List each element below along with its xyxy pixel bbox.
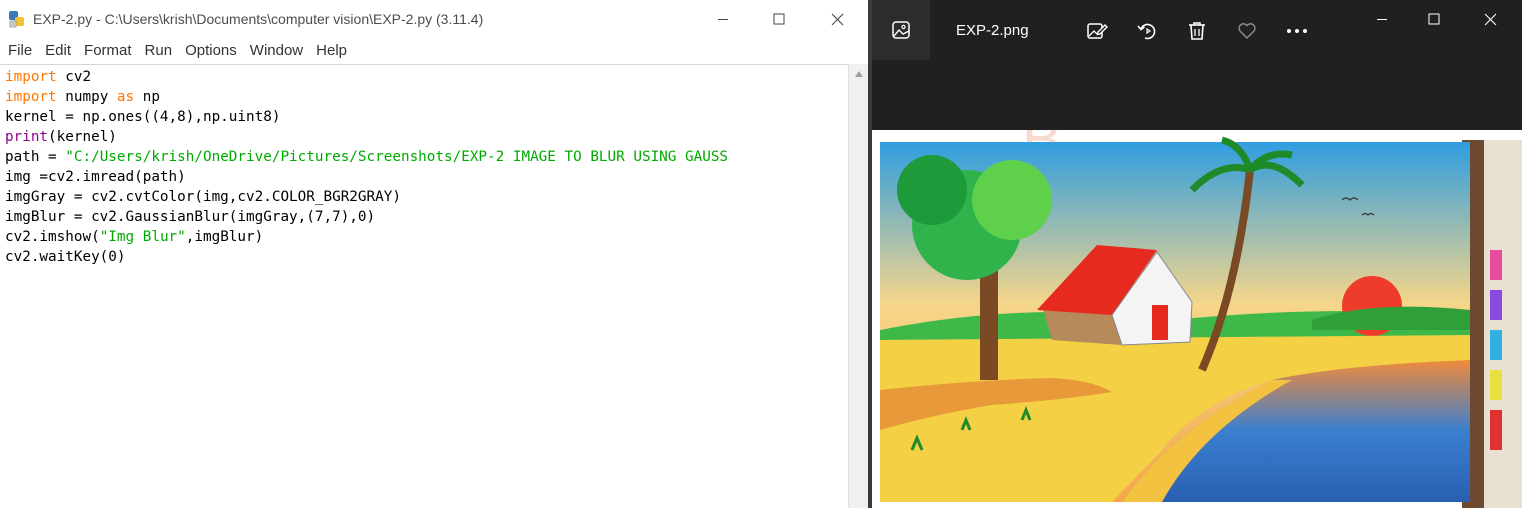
- photos-maximize-button[interactable]: [1414, 4, 1454, 34]
- photos-close-button[interactable]: [1470, 4, 1510, 34]
- close-button[interactable]: [814, 4, 860, 34]
- image-icon: [892, 21, 910, 39]
- delete-button[interactable]: [1184, 18, 1210, 44]
- menu-help[interactable]: Help: [310, 40, 353, 62]
- photos-toolbar: EXP-2.png: [872, 0, 1522, 62]
- code-token: (kernel): [48, 129, 117, 145]
- code-line[interactable]: imgGray = cv2.cvtColor(img,cv2.COLOR_BGR…: [5, 187, 728, 207]
- code-token: import: [5, 69, 57, 85]
- close-icon: [831, 13, 843, 25]
- code-token: "C:/Users/krish/OneDrive/Pictures/Screen…: [65, 149, 729, 165]
- idle-title-bar[interactable]: EXP-2.py - C:\Users\krish\Documents\comp…: [0, 0, 868, 38]
- edit-image-icon: [1087, 23, 1108, 39]
- heart-icon: [1238, 23, 1256, 39]
- code-token: imgGray = cv2.cvtColor(img,cv2.COLOR_BGR…: [5, 189, 401, 205]
- vertical-scrollbar[interactable]: [848, 64, 868, 508]
- favorite-button[interactable]: [1234, 18, 1260, 44]
- maximize-button[interactable]: [756, 4, 802, 34]
- caret-up-icon: [855, 71, 863, 77]
- code-token: path =: [5, 149, 66, 165]
- edit-image-button[interactable]: [1084, 18, 1110, 44]
- idle-editor-window: EXP-2.py - C:\Users\krish\Documents\comp…: [0, 0, 868, 508]
- minimize-button[interactable]: [700, 4, 746, 34]
- code-editor[interactable]: import cv2 import numpy as np kernel = np.…: [0, 64, 848, 508]
- code-line[interactable]: import numpy as np: [5, 87, 728, 107]
- rotate-button[interactable]: [1134, 18, 1160, 44]
- minimize-icon: [718, 19, 728, 20]
- rotate-icon: [1137, 23, 1156, 40]
- menu-bar: File Edit Format Run Options Window Help: [0, 40, 868, 62]
- code-text[interactable]: import cv2 import numpy as np kernel = np.…: [5, 67, 728, 267]
- code-token: cv2.imshow(: [5, 229, 100, 245]
- code-line[interactable]: import cv2: [5, 67, 728, 87]
- photos-minimize-button[interactable]: [1362, 4, 1402, 34]
- code-token: import: [5, 89, 57, 105]
- close-icon: [1484, 13, 1496, 25]
- menu-edit[interactable]: Edit: [39, 40, 77, 62]
- maximize-icon: [1428, 13, 1440, 25]
- code-line[interactable]: print(kernel): [5, 127, 728, 147]
- menu-options[interactable]: Options: [179, 40, 243, 62]
- code-token: cv2.waitKey(0): [5, 249, 126, 265]
- gallery-button[interactable]: [872, 0, 930, 60]
- image-viewer-area[interactable]: B: [872, 62, 1522, 508]
- more-icon: [1287, 29, 1307, 33]
- trash-icon: [1189, 22, 1205, 40]
- code-token: cv2: [56, 69, 92, 85]
- code-token: img =cv2.imread(path): [5, 169, 186, 185]
- window-title: EXP-2.py - C:\Users\krish\Documents\comp…: [33, 11, 484, 27]
- menu-format[interactable]: Format: [78, 40, 138, 62]
- code-token: numpy: [56, 89, 117, 105]
- code-line[interactable]: imgBlur = cv2.GaussianBlur(imgGray,(7,7)…: [5, 207, 728, 227]
- code-token: kernel = np.ones((4,8),np.uint8): [5, 109, 281, 125]
- landscape-drawing-image: B: [880, 130, 1522, 508]
- python-icon: [8, 10, 26, 28]
- code-token: imgBlur = cv2.GaussianBlur(imgGray,(7,7)…: [5, 209, 376, 225]
- photos-viewer-window: EXP-2.png: [872, 0, 1522, 508]
- code-token: np: [134, 89, 160, 105]
- menu-run[interactable]: Run: [139, 40, 179, 62]
- code-line[interactable]: path = "C:/Users/krish/OneDrive/Pictures…: [5, 147, 728, 167]
- code-line[interactable]: cv2.imshow("Img Blur",imgBlur): [5, 227, 728, 247]
- code-token: print: [5, 129, 49, 145]
- code-line[interactable]: cv2.waitKey(0): [5, 247, 728, 267]
- file-name: EXP-2.png: [956, 22, 1029, 39]
- code-line[interactable]: kernel = np.ones((4,8),np.uint8): [5, 107, 728, 127]
- code-token: "Img Blur": [99, 229, 186, 245]
- maximize-icon: [773, 13, 785, 25]
- code-token: as: [116, 89, 135, 105]
- more-options-button[interactable]: [1284, 18, 1310, 44]
- code-line[interactable]: img =cv2.imread(path): [5, 167, 728, 187]
- menu-file[interactable]: File: [1, 40, 38, 62]
- minimize-icon: [1377, 19, 1387, 20]
- menu-window[interactable]: Window: [244, 40, 309, 62]
- scroll-up-button[interactable]: [852, 68, 866, 80]
- displayed-image[interactable]: B: [872, 130, 1522, 508]
- code-token: ,imgBlur): [185, 229, 264, 245]
